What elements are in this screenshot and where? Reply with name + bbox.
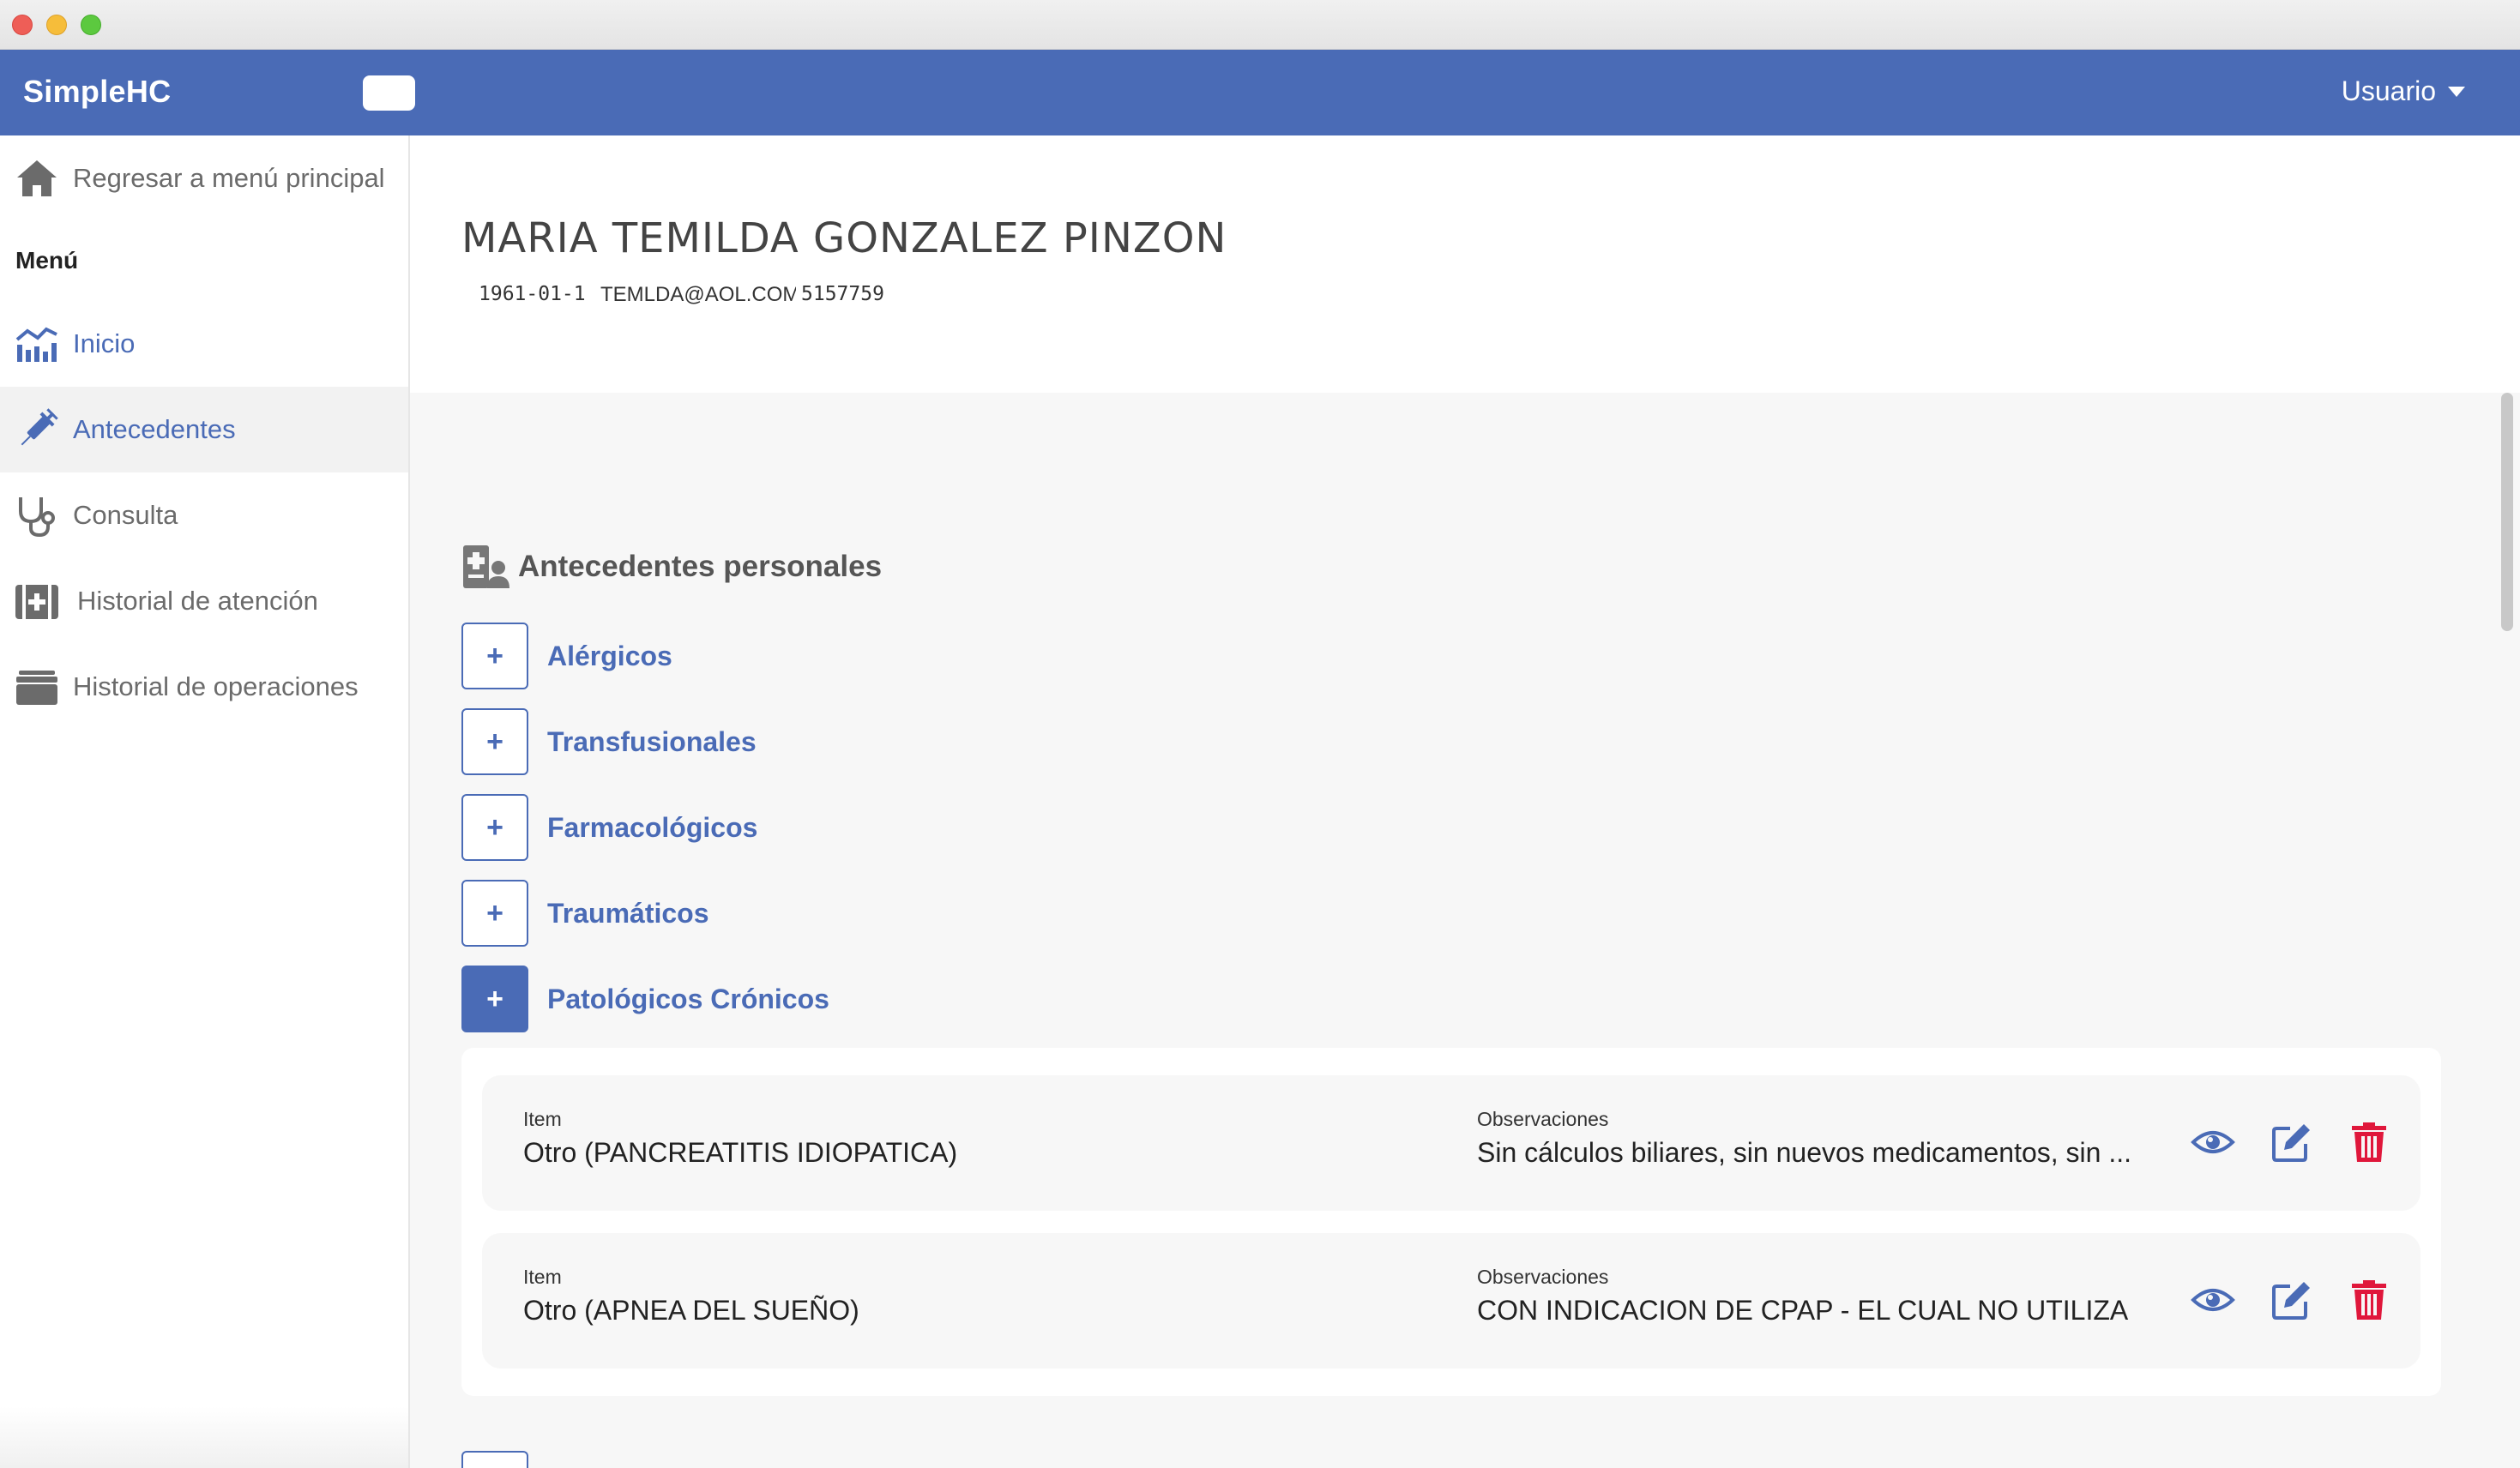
category-label[interactable]: Transfusionales [547,726,757,758]
expand-alergicos-button[interactable]: + [461,623,528,689]
category-patologicos-cronicos[interactable]: + Patológicos Crónicos [461,966,829,1032]
user-menu[interactable]: Usuario [2342,75,2465,107]
close-window-button[interactable] [12,15,33,35]
category-label[interactable]: Patológicos Crónicos [547,984,829,1015]
sidebar-item-label: Historial de operaciones [73,671,359,701]
section-title: Antecedentes personales [461,544,882,590]
section-title-text: Antecedentes personales [518,550,883,583]
sidebar-item-label: Regresar a menú principal [73,163,385,193]
category-traumaticos[interactable]: + Traumáticos [461,880,709,947]
eye-icon [2191,1131,2235,1153]
sidebar-item-inicio[interactable]: Inicio [0,301,408,387]
view-button[interactable] [2189,1118,2237,1166]
delete-button[interactable] [2345,1276,2393,1324]
category-farmacologicos[interactable]: + Farmacológicos [461,794,757,861]
syringe-icon [21,408,58,446]
scrollbar-thumb[interactable] [2501,393,2513,631]
sidebar-item-label: Consulta [73,500,178,530]
main-content: Antecedentes personales + Alérgicos + Tr… [410,393,2494,1468]
delete-button[interactable] [2345,1118,2393,1166]
patient-dob: 1961-01-1 [479,283,586,305]
category-transfusionales[interactable]: + Transfusionales [461,708,757,775]
edit-button[interactable] [2268,1118,2316,1166]
window-titlebar [0,0,2520,50]
sidebar-item-back[interactable]: Regresar a menú principal [0,135,408,221]
category-label[interactable]: Farmacológicos [547,812,757,844]
observaciones-value: Sin cálculos biliares, sin nuevos medica… [1477,1137,2132,1168]
user-menu-label: Usuario [2341,75,2436,106]
next-category-button[interactable] [461,1451,528,1468]
archive-icon [16,671,57,705]
zoom-window-button[interactable] [81,15,101,35]
patient-email: TEMLDA@AOL.COM [600,283,796,306]
app-brand[interactable]: SimpleHC [23,74,171,110]
expand-traumaticos-button[interactable]: + [461,880,528,947]
stethoscope-icon [19,497,55,538]
category-label[interactable]: Traumáticos [547,898,709,930]
sidebar-item-historial-operaciones[interactable]: Historial de operaciones [0,644,408,730]
expand-transfusionales-button[interactable]: + [461,708,528,775]
chart-line-icon [15,327,57,362]
sidebar-bottom-shadow [0,1406,410,1468]
edit-icon [2272,1282,2310,1320]
caret-down-icon [2448,86,2465,97]
sidebar: Regresar a menú principal Menú Inicio An… [0,135,410,1468]
sidebar-toggle-button[interactable] [363,75,415,111]
minimize-window-button[interactable] [46,15,67,35]
table-row: Item Otro (APNEA DEL SUEÑO) Observacione… [482,1233,2421,1369]
trash-icon [2352,1280,2386,1320]
category-alergicos[interactable]: + Alérgicos [461,623,672,689]
expand-patologicos-cronicos-button[interactable]: + [461,966,528,1032]
sidebar-item-label: Antecedentes [73,414,236,444]
medical-kit-icon [15,585,58,619]
view-button[interactable] [2189,1276,2237,1324]
edit-button[interactable] [2268,1276,2316,1324]
sidebar-item-consulta[interactable]: Consulta [0,472,408,558]
item-caption: Item [523,1108,562,1130]
sidebar-item-label: Historial de atención [77,586,318,616]
sidebar-item-historial-atencion[interactable]: Historial de atención [0,558,408,644]
eye-icon [2191,1289,2235,1311]
item-value: Otro (PANCREATITIS IDIOPATICA) [523,1137,958,1168]
patient-name: MARIA TEMILDA GONZALEZ PINZON [461,214,1227,262]
home-icon [17,160,57,196]
patient-header: MARIA TEMILDA GONZALEZ PINZON 1961-01-1 … [410,135,2520,393]
item-value: Otro (APNEA DEL SUEÑO) [523,1295,859,1326]
expand-farmacologicos-button[interactable]: + [461,794,528,861]
menu-heading: Menú [15,247,79,274]
user-medical-icon [463,545,509,588]
trash-icon [2352,1122,2386,1162]
top-app-bar: SimpleHC Usuario [0,50,2520,135]
category-label[interactable]: Alérgicos [547,641,672,672]
item-caption: Item [523,1266,562,1288]
table-row: Item Otro (PANCREATITIS IDIOPATICA) Obse… [482,1075,2421,1211]
records-panel: Item Otro (PANCREATITIS IDIOPATICA) Obse… [461,1048,2441,1396]
observaciones-value: CON INDICACION DE CPAP - EL CUAL NO UTIL… [1477,1295,2129,1326]
observaciones-caption: Observaciones [1477,1266,1609,1288]
patient-phone: 5157759 [801,283,884,305]
edit-icon [2272,1124,2310,1162]
sidebar-item-label: Inicio [73,328,136,358]
sidebar-item-antecedentes[interactable]: Antecedentes [0,387,408,472]
observaciones-caption: Observaciones [1477,1108,1609,1130]
